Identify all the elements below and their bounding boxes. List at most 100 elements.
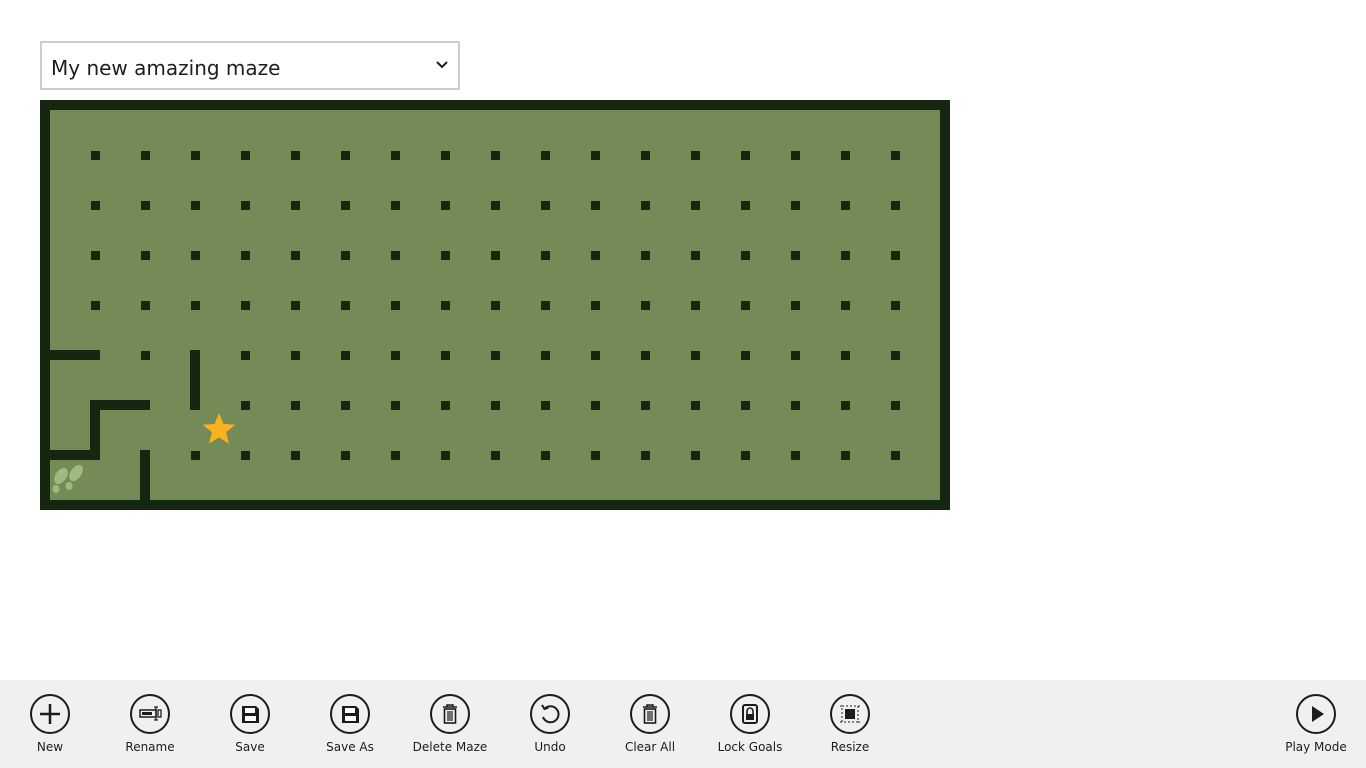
maze-wall-anchor[interactable]	[441, 351, 450, 360]
maze-wall-anchor[interactable]	[741, 451, 750, 460]
maze-wall-anchor[interactable]	[391, 401, 400, 410]
maze-wall-anchor[interactable]	[891, 251, 900, 260]
maze-wall-anchor[interactable]	[691, 301, 700, 310]
maze-wall-anchor[interactable]	[841, 301, 850, 310]
maze-wall-anchor[interactable]	[841, 251, 850, 260]
resize-button[interactable]: Resize	[800, 694, 900, 764]
maze-wall-anchor[interactable]	[491, 401, 500, 410]
maze-wall-anchor[interactable]	[91, 201, 100, 210]
undo-button[interactable]: Undo	[500, 694, 600, 764]
maze-wall-anchor[interactable]	[391, 201, 400, 210]
maze-wall-anchor[interactable]	[441, 251, 450, 260]
maze-wall-anchor[interactable]	[691, 351, 700, 360]
maze-wall-anchor[interactable]	[391, 151, 400, 160]
maze-wall-anchor[interactable]	[441, 401, 450, 410]
maze-wall-anchor[interactable]	[391, 251, 400, 260]
maze-wall-anchor[interactable]	[441, 301, 450, 310]
maze-wall-anchor[interactable]	[591, 151, 600, 160]
maze-wall-anchor[interactable]	[391, 301, 400, 310]
maze-wall-anchor[interactable]	[291, 351, 300, 360]
maze-wall-anchor[interactable]	[841, 151, 850, 160]
maze-wall-anchor[interactable]	[91, 151, 100, 160]
maze-wall-anchor[interactable]	[91, 251, 100, 260]
maze-wall-anchor[interactable]	[141, 201, 150, 210]
maze-wall-anchor[interactable]	[641, 151, 650, 160]
maze-wall-anchor[interactable]	[691, 451, 700, 460]
maze-wall-anchor[interactable]	[341, 251, 350, 260]
maze-wall-anchor[interactable]	[341, 201, 350, 210]
maze-wall-anchor[interactable]	[191, 301, 200, 310]
maze-wall-anchor[interactable]	[291, 401, 300, 410]
maze-wall-anchor[interactable]	[341, 351, 350, 360]
maze-wall-anchor[interactable]	[741, 201, 750, 210]
maze-wall-anchor[interactable]	[891, 301, 900, 310]
maze-wall-anchor[interactable]	[641, 201, 650, 210]
maze-wall-anchor[interactable]	[191, 201, 200, 210]
maze-wall-anchor[interactable]	[441, 201, 450, 210]
maze-wall-anchor[interactable]	[141, 301, 150, 310]
maze-wall-anchor[interactable]	[291, 251, 300, 260]
maze-wall-anchor[interactable]	[891, 351, 900, 360]
maze-wall-anchor[interactable]	[841, 351, 850, 360]
maze-wall-anchor[interactable]	[641, 401, 650, 410]
maze-wall-anchor[interactable]	[691, 251, 700, 260]
maze-wall-anchor[interactable]	[491, 151, 500, 160]
save-button[interactable]: Save	[200, 694, 300, 764]
maze-wall-anchor[interactable]	[341, 301, 350, 310]
maze-editor-grid[interactable]	[40, 100, 950, 510]
maze-wall-segment[interactable]	[40, 450, 100, 460]
maze-wall-anchor[interactable]	[241, 251, 250, 260]
maze-wall-anchor[interactable]	[691, 401, 700, 410]
maze-wall-anchor[interactable]	[591, 401, 600, 410]
maze-wall-anchor[interactable]	[191, 151, 200, 160]
maze-wall-anchor[interactable]	[841, 401, 850, 410]
maze-wall-anchor[interactable]	[441, 451, 450, 460]
maze-wall-anchor[interactable]	[791, 401, 800, 410]
maze-wall-anchor[interactable]	[741, 401, 750, 410]
maze-wall-anchor[interactable]	[641, 351, 650, 360]
maze-wall-anchor[interactable]	[891, 201, 900, 210]
maze-wall-anchor[interactable]	[341, 401, 350, 410]
maze-wall-anchor[interactable]	[541, 151, 550, 160]
maze-wall-anchor[interactable]	[791, 201, 800, 210]
maze-wall-anchor[interactable]	[541, 451, 550, 460]
lock-goals-button[interactable]: Lock Goals	[700, 694, 800, 764]
maze-wall-anchor[interactable]	[791, 151, 800, 160]
maze-wall-anchor[interactable]	[191, 251, 200, 260]
maze-wall-anchor[interactable]	[891, 451, 900, 460]
maze-wall-anchor[interactable]	[241, 351, 250, 360]
maze-wall-anchor[interactable]	[841, 451, 850, 460]
maze-wall-anchor[interactable]	[491, 251, 500, 260]
maze-wall-anchor[interactable]	[591, 201, 600, 210]
maze-wall-anchor[interactable]	[241, 401, 250, 410]
maze-wall-anchor[interactable]	[541, 251, 550, 260]
maze-wall-anchor[interactable]	[241, 301, 250, 310]
maze-wall-anchor[interactable]	[141, 151, 150, 160]
maze-wall-anchor[interactable]	[391, 451, 400, 460]
maze-wall-anchor[interactable]	[641, 301, 650, 310]
maze-wall-anchor[interactable]	[741, 301, 750, 310]
clear-all-button[interactable]: Clear All	[600, 694, 700, 764]
maze-wall-anchor[interactable]	[541, 201, 550, 210]
maze-wall-anchor[interactable]	[791, 351, 800, 360]
maze-wall-anchor[interactable]	[291, 201, 300, 210]
maze-wall-anchor[interactable]	[291, 151, 300, 160]
maze-wall-anchor[interactable]	[741, 351, 750, 360]
maze-wall-anchor[interactable]	[441, 151, 450, 160]
maze-wall-anchor[interactable]	[541, 301, 550, 310]
maze-wall-anchor[interactable]	[841, 201, 850, 210]
maze-wall-anchor[interactable]	[241, 451, 250, 460]
maze-wall-anchor[interactable]	[591, 301, 600, 310]
maze-wall-anchor[interactable]	[491, 301, 500, 310]
maze-wall-anchor[interactable]	[741, 251, 750, 260]
maze-wall-anchor[interactable]	[591, 351, 600, 360]
maze-wall-anchor[interactable]	[791, 451, 800, 460]
maze-wall-anchor[interactable]	[791, 301, 800, 310]
maze-wall-anchor[interactable]	[491, 351, 500, 360]
maze-wall-anchor[interactable]	[641, 251, 650, 260]
maze-wall-anchor[interactable]	[341, 451, 350, 460]
maze-wall-segment[interactable]	[140, 450, 150, 510]
maze-wall-anchor[interactable]	[741, 151, 750, 160]
delete-maze-button[interactable]: Delete Maze	[400, 694, 500, 764]
save-as-button[interactable]: Save As	[300, 694, 400, 764]
